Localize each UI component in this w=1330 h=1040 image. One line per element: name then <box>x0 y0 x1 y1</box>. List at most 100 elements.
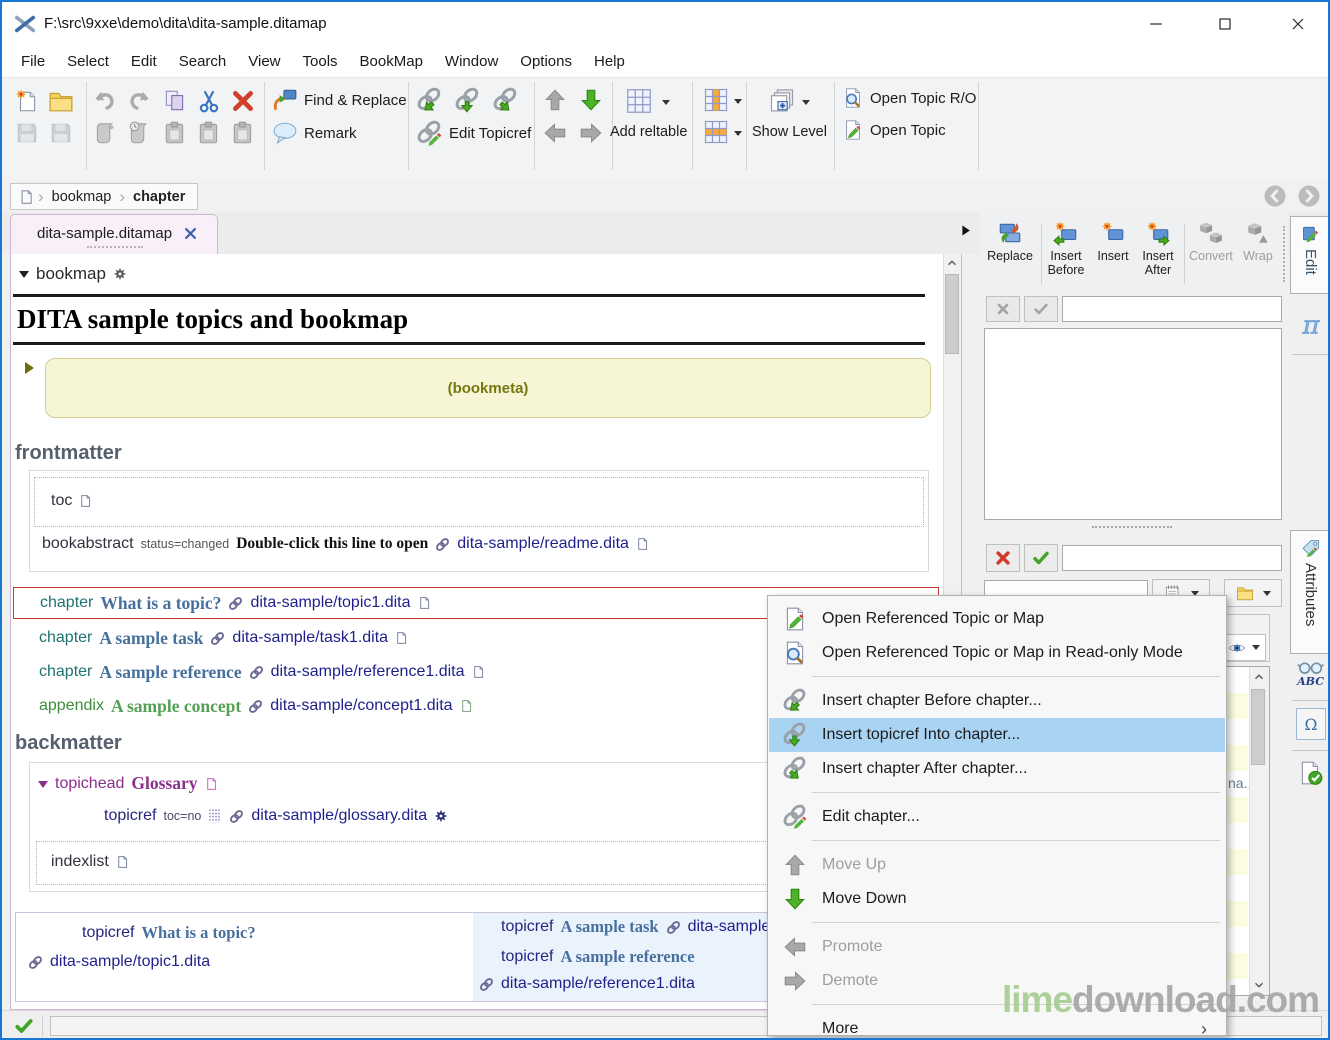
demote-button[interactable] <box>578 120 604 146</box>
insert-after-button[interactable]: Insert After <box>1135 220 1181 277</box>
tab-overflow-icon[interactable] <box>958 223 973 238</box>
find-replace-icon[interactable] <box>272 87 298 113</box>
panel-splitter[interactable] <box>1283 226 1285 282</box>
element-name-field[interactable] <box>1062 296 1282 322</box>
maximize-button[interactable] <box>1215 14 1235 34</box>
edit-topicref-button[interactable]: Edit Topicref <box>449 125 531 142</box>
visibility-dropdown[interactable] <box>1252 645 1260 654</box>
open-topic-ro-button[interactable]: Open Topic R/O <box>870 90 976 107</box>
breadcrumb-chapter[interactable]: chapter <box>129 189 189 205</box>
menu-search[interactable]: Search <box>168 53 238 70</box>
open-document-button[interactable] <box>48 88 74 114</box>
paste-after-button[interactable] <box>230 120 256 146</box>
insert-topicref-after-button[interactable] <box>492 87 519 114</box>
topichead-row[interactable]: topichead Glossary <box>38 773 218 794</box>
minimize-button[interactable] <box>1146 14 1166 34</box>
open-topic-icon[interactable] <box>842 119 864 141</box>
menu-item-open-referenced-readonly[interactable]: Open Referenced Topic or Map in Read-onl… <box>769 636 1225 670</box>
move-up-button[interactable] <box>542 87 568 113</box>
attribute-cancel-button[interactable] <box>986 544 1020 572</box>
cut-button[interactable] <box>196 88 222 114</box>
scrollbar-thumb[interactable] <box>945 274 959 354</box>
bookabstract-row[interactable]: bookabstract status=changed Double-click… <box>42 535 649 553</box>
menu-item-edit-chapter[interactable]: Edit chapter... <box>769 800 1225 834</box>
insert-row-dropdown[interactable] <box>734 131 742 140</box>
breadcrumb-bookmap[interactable]: bookmap <box>48 189 116 205</box>
replace-button[interactable]: Replace <box>982 220 1038 263</box>
tab-close-icon[interactable] <box>183 226 198 241</box>
remark-button[interactable]: Remark <box>304 125 357 142</box>
tab-pi-symbols[interactable]: π <box>1290 298 1330 350</box>
paste-button[interactable] <box>162 120 188 146</box>
menu-item-promote[interactable]: Promote <box>769 930 1225 964</box>
menu-item-insert-chapter-after[interactable]: Insert chapter After chapter... <box>769 752 1225 786</box>
topic-href[interactable]: dita-sample/topic1.dita <box>250 594 410 612</box>
reltable-cell-1[interactable]: topicref What is a topic? dita-sample/to… <box>15 912 475 1002</box>
menu-bookmap[interactable]: BookMap <box>349 53 434 70</box>
topicref-href[interactable]: dita-sample/reference1.dita <box>501 975 695 993</box>
undo-button[interactable] <box>92 88 118 114</box>
add-reltable-button[interactable]: Add reltable <box>610 124 687 140</box>
special-characters-button[interactable]: Ω <box>1296 708 1326 740</box>
nav-forward-button[interactable] <box>1297 184 1321 208</box>
file-dropdown[interactable] <box>1263 591 1271 600</box>
insert-button[interactable]: Insert <box>1091 220 1135 263</box>
collapse-icon[interactable] <box>19 271 29 283</box>
panel-horizontal-splitter[interactable] <box>1092 526 1172 528</box>
close-button[interactable] <box>1288 14 1308 34</box>
scroll-up-icon[interactable] <box>945 256 959 270</box>
confirm-edit-button[interactable] <box>1024 296 1058 322</box>
nav-back-button[interactable] <box>1263 184 1287 208</box>
insert-column-icon[interactable] <box>702 86 730 114</box>
topic-href[interactable]: dita-sample/task1.dita <box>232 629 388 647</box>
tab-drag-handle[interactable] <box>87 246 143 248</box>
attribute-value-field[interactable] <box>1062 545 1282 571</box>
element-choice-list[interactable] <box>984 328 1282 520</box>
menu-edit[interactable]: Edit <box>120 53 168 70</box>
insert-row-icon[interactable] <box>702 118 730 146</box>
menu-view[interactable]: View <box>237 53 291 70</box>
redo-button[interactable] <box>126 88 152 114</box>
map-title[interactable]: DITA sample topics and bookmap <box>17 304 408 335</box>
add-reltable-icon[interactable] <box>624 86 654 116</box>
command-history-button[interactable] <box>126 120 152 146</box>
scrollbar-thumb[interactable] <box>1251 689 1265 765</box>
topicref-href[interactable]: dita-sample/topic1.dita <box>50 953 210 971</box>
gear-icon[interactable] <box>434 809 448 823</box>
new-document-button[interactable] <box>14 88 40 114</box>
save-button[interactable] <box>14 120 40 146</box>
topicref-href[interactable]: dita-sample/glossary.dita <box>251 807 427 825</box>
toc-row[interactable]: toc <box>34 477 924 527</box>
attributes-scrollbar[interactable] <box>1249 667 1269 995</box>
bookabstract-href[interactable]: dita-sample/readme.dita <box>457 535 629 553</box>
insert-column-dropdown[interactable] <box>734 99 742 108</box>
menu-item-insert-chapter-before[interactable]: Insert chapter Before chapter... <box>769 684 1225 718</box>
delete-button[interactable] <box>230 88 256 114</box>
bookmeta-expand-icon[interactable] <box>25 362 40 374</box>
menu-select[interactable]: Select <box>56 53 120 70</box>
menu-help[interactable]: Help <box>583 53 636 70</box>
insert-before-button[interactable]: Insert Before <box>1043 220 1089 277</box>
paste-before-button[interactable] <box>196 120 222 146</box>
scroll-up-icon[interactable] <box>1252 670 1266 684</box>
menu-options[interactable]: Options <box>509 53 583 70</box>
menu-item-move-up[interactable]: Move Up <box>769 848 1225 882</box>
menu-window[interactable]: Window <box>434 53 509 70</box>
remark-icon[interactable] <box>272 120 298 146</box>
attribute-confirm-button[interactable] <box>1024 544 1058 572</box>
show-level-dropdown[interactable] <box>802 100 810 109</box>
cancel-edit-button[interactable] <box>986 296 1020 322</box>
bookmap-collapse-header[interactable]: bookmap <box>19 264 127 284</box>
save-as-button[interactable] <box>48 120 74 146</box>
move-down-button[interactable] <box>578 87 604 113</box>
menu-item-move-down[interactable]: Move Down <box>769 882 1225 916</box>
insert-topicref-before-button[interactable] <box>416 87 443 114</box>
menu-tools[interactable]: Tools <box>292 53 349 70</box>
tab-attributes-panel[interactable]: Attributes <box>1290 530 1330 654</box>
glossary-topicref-row[interactable]: topicref toc=no dita-sample/glossary.dit… <box>104 807 448 825</box>
gear-icon[interactable] <box>113 267 127 281</box>
topic-href[interactable]: dita-sample/reference1.dita <box>271 663 465 681</box>
insert-topicref-into-button[interactable] <box>454 87 481 114</box>
menu-item-insert-topicref-into[interactable]: Insert topicref Into chapter... <box>769 718 1225 752</box>
promote-button[interactable] <box>542 120 568 146</box>
